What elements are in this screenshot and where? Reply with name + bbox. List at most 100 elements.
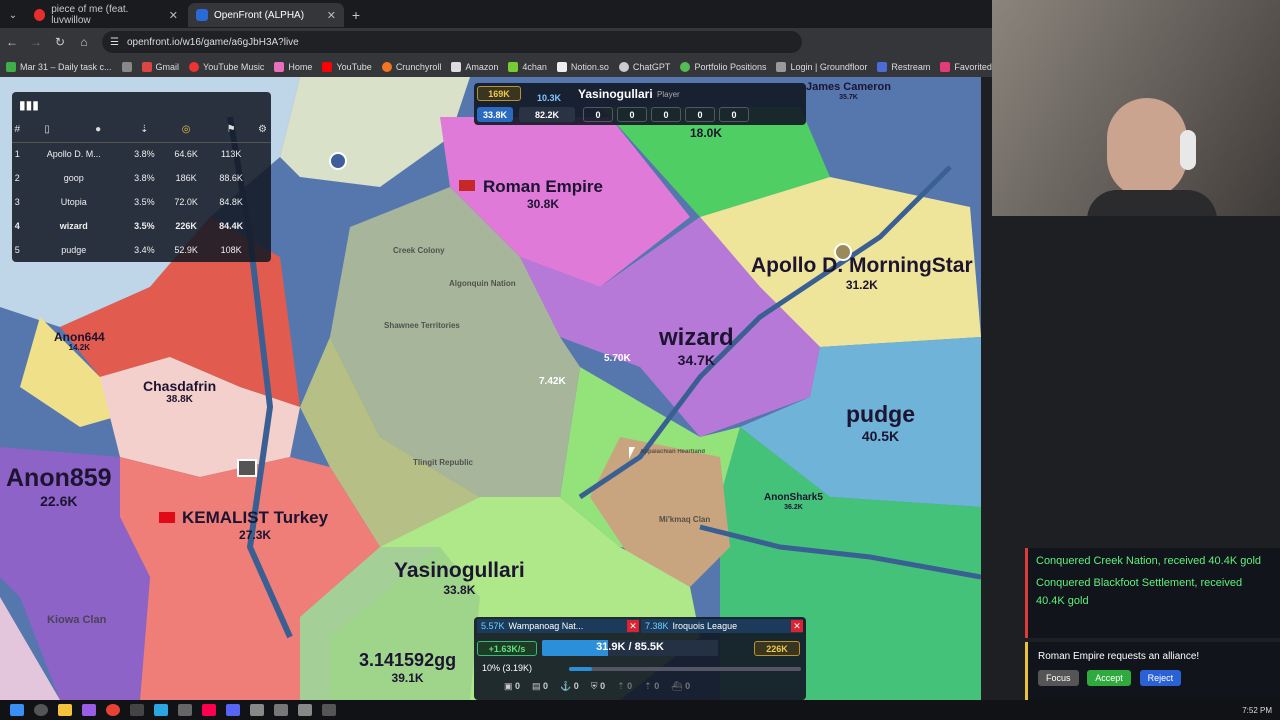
bookmark[interactable]: Amazon [451,61,498,72]
build-defense-button[interactable]: ⛨ 0 [591,681,605,692]
build-port-button[interactable]: ⚓ 0 [560,681,579,692]
table-row[interactable]: 2 goop 3.8% 186K 88.6K [12,166,271,190]
app-icon[interactable] [250,704,264,716]
start-icon[interactable] [10,704,24,716]
table-row[interactable]: 5 pudge 3.4% 52.9K 108K [12,238,271,262]
attack-item[interactable]: 7.38K Iroquois League ✕ [641,619,803,633]
nation-label: Appalachian Heartland [640,449,706,455]
bookmark-apps[interactable] [121,61,132,72]
col-rank[interactable]: # [12,118,23,143]
settings-icon[interactable]: ⚙ [253,118,271,143]
city-icon[interactable] [329,152,347,170]
chrome-icon[interactable] [106,704,120,716]
bookmark[interactable]: Crunchyroll [381,61,441,72]
file-explorer-icon[interactable] [58,704,72,716]
youtube-music-icon [34,9,46,21]
attack-ratio-label: 10% (3.19K) [482,663,533,673]
new-tab-button[interactable]: + [346,3,366,27]
sam-count: 0 [719,107,749,122]
leaderboard-toggle-icon[interactable]: ▮▮▮ [19,98,39,112]
cancel-attack-icon[interactable]: ✕ [791,620,803,632]
attack-ratio-slider[interactable] [569,667,801,671]
clock[interactable]: 7:52 PM [1242,706,1272,715]
table-row[interactable]: 1 Apollo D. M... 3.8% 64.6K 113K [12,142,271,166]
tab-music[interactable]: piece of me (feat. luvwillow ✕ [26,3,186,27]
bookmark[interactable]: Mar 31 – Daily task c... [6,61,112,72]
city-icon[interactable] [237,459,257,477]
browser-chrome: ⌄ piece of me (feat. luvwillow ✕ OpenFro… [0,0,992,77]
url-bar[interactable]: ☰ openfront.io/w16/game/a6gJbH3A?live [102,31,802,53]
reject-button[interactable]: Reject [1139,670,1182,686]
attack-item[interactable]: 5.57K Wampanoag Nat... ✕ [477,619,639,633]
territory-label: Yasinogullari 33.8K [394,559,525,597]
col-gold-icon[interactable]: ◎ [163,118,209,143]
bookmark[interactable]: Login | Groundfloor [776,61,867,72]
build-sam-button[interactable]: ⇡ 0 [644,681,659,692]
build-missile-button[interactable]: ⇡ 0 [617,681,632,692]
telegram-icon[interactable] [154,704,168,716]
home-icon[interactable]: ⌂ [72,35,96,49]
control-panel: 5.57K Wampanoag Nat... ✕ 7.38K Iroquois Le… [474,617,806,700]
alliance-request: Roman Empire requests an alliance! Focus… [1025,642,1280,700]
reload-icon[interactable]: ↻ [48,35,72,49]
app-icon[interactable] [202,704,216,716]
nation-label: Algonquin Nation [449,279,516,288]
app-icon[interactable] [178,704,192,716]
col-player-icon[interactable]: ● [71,118,125,143]
app-icon[interactable] [130,704,144,716]
bookmark[interactable]: Favorited Studio [940,61,992,72]
col-troops-icon[interactable]: ⚑ [208,118,254,143]
build-warship-button[interactable]: ⛴ 0 [671,681,690,692]
bookmark[interactable]: Portfolio Positions [680,61,766,72]
bookmark[interactable]: 4chan [508,61,547,72]
tab-title: piece of me (feat. luvwillow [51,4,129,26]
bookmarks-bar: Mar 31 – Daily task c... Gmail YouTube M… [0,56,992,77]
tab-openfront[interactable]: OpenFront (ALPHA) ✕ [188,3,344,27]
troops-badge: 33.8K [477,107,513,122]
territory-label: wizard 34.7K [659,324,734,368]
gold-badge: 226K [754,641,800,656]
max-troops-badge: 82.2K [519,107,575,122]
bookmark[interactable]: Notion.so [556,61,609,72]
search-icon[interactable] [34,704,48,716]
table-row-self[interactable]: 4 wizard 3.5% 226K 84.4K [12,214,271,238]
bookmark[interactable]: Gmail [141,61,179,72]
site-info-icon[interactable]: ☰ [110,37,119,48]
territory-label: Chasdafrin 38.8K [143,378,217,405]
app-icon[interactable] [274,704,288,716]
tab-list-button[interactable]: ⌄ [4,3,22,27]
build-menu: ▣ 0 ▤ 0 ⚓ 0 ⛨ 0 ⇡ 0 ⇡ 0 ⛴ 0 [504,681,794,692]
bookmark[interactable]: YouTube Music [189,61,264,72]
city-icon[interactable] [834,243,852,261]
table-row[interactable]: 3 Utopia 3.5% 72.0K 84.8K [12,190,271,214]
bookmark[interactable]: Home [274,61,312,72]
flag-icon [459,180,475,191]
attack-troop-label: 5.70K [604,353,631,364]
territory-label: AnonShark5 36.2K [764,492,823,512]
build-city-button[interactable]: ▣ 0 [504,681,520,692]
nation-label: Tlingit Republic [413,458,473,467]
focus-button[interactable]: Focus [1038,670,1079,686]
territory-label: 18.0K [690,126,723,140]
back-icon[interactable]: ← [0,35,24,49]
discord-icon[interactable] [226,704,240,716]
accept-button[interactable]: Accept [1087,670,1131,686]
missile-count: 0 [685,107,715,122]
forward-icon[interactable]: → [24,35,48,49]
bookmark[interactable]: ChatGPT [618,61,670,72]
close-tab-icon[interactable]: ✕ [327,9,336,22]
openfront-icon [196,9,208,21]
col-flag-icon[interactable]: ▯ [22,118,72,143]
col-percent-icon[interactable]: ⇣ [124,118,164,143]
cancel-attack-icon[interactable]: ✕ [627,620,639,632]
bookmark[interactable]: YouTube [322,61,372,72]
player-role: Player [657,90,680,99]
app-icon[interactable] [82,704,96,716]
bookmark[interactable]: Restream [877,61,930,72]
build-factory-button[interactable]: ▤ 0 [532,681,548,692]
settings-icon[interactable] [298,704,312,716]
leaderboard: ▮▮▮ # ▯ ● ⇣ ◎ ⚑ ⚙ 1 Apollo D. M... 3.8% 64.… [12,92,271,262]
attack-troop-label: 7.42K [539,376,566,387]
close-tab-icon[interactable]: ✕ [169,9,178,22]
app-icon[interactable] [322,704,336,716]
